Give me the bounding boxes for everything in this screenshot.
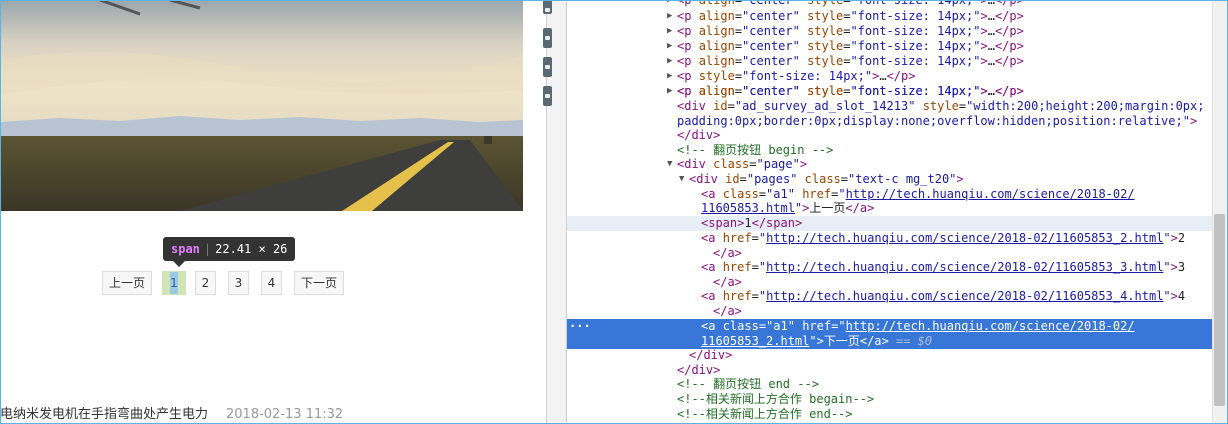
dom-node-span[interactable]: <span>1</span> — [567, 216, 1212, 231]
dom-node-page-link[interactable]: <a href="http://tech.huanqiu.com/science… — [567, 289, 1212, 304]
tooltip-tag: span — [171, 242, 200, 256]
page-link-4[interactable]: 4 — [261, 271, 282, 295]
tooltip-size: 22.41 × 26 — [215, 242, 288, 256]
page-link-2[interactable]: 2 — [195, 271, 216, 295]
news-title[interactable]: 起电纳米发电机在手指弯曲处产生电力 — [0, 407, 208, 422]
dom-node-p[interactable]: ▶ <p align="center" style="font-size: 14p… — [567, 84, 1212, 99]
dom-node-next-link-selected[interactable]: ··· <a class="a1" href="http://tech.huan… — [567, 319, 1212, 334]
dom-comment-pager-end[interactable]: <!-- 翻页按钮 end --> — [567, 377, 1212, 392]
dom-node-close-div[interactable]: </div> — [567, 128, 1212, 143]
dom-node-p[interactable]: ▶ <p align="center" style="font-size: 14p… — [567, 9, 1212, 24]
tooltip-arrow — [173, 261, 185, 267]
news-date: 2018-02-13 11:32 — [226, 407, 344, 422]
page-link-3[interactable]: 3 — [228, 271, 249, 295]
dom-node-close-a[interactable]: </a> — [567, 275, 1212, 290]
dom-node-p[interactable]: ▶ <p align="center" style="font-size: 14p… — [567, 54, 1212, 69]
dom-node-p[interactable]: ▶ <p align="center" style="font-size: 14… — [567, 0, 1212, 8]
dom-comment-related-end[interactable]: <!--相关新闻上方合作 end--> — [567, 407, 1212, 422]
dom-node-close-div[interactable]: </div> — [567, 348, 1212, 363]
dom-node-next-link-selected-cont[interactable]: 11605853_2.html">下一页</a> == $0 — [567, 334, 1212, 349]
dom-node-page-link[interactable]: <a href="http://tech.huanqiu.com/science… — [567, 231, 1212, 246]
elements-scrollbar-thumb[interactable] — [1214, 214, 1225, 406]
dom-node-prev-link-cont[interactable]: 11605853.html">上一页</a> — [567, 201, 1212, 216]
dom-node-ad-div[interactable]: <div id="ad_survey_ad_slot_14213" style=… — [567, 99, 1212, 114]
toolbar-edit-icon[interactable] — [543, 57, 552, 77]
pagination: 上一页 1 2 3 4 下一页 — [0, 271, 546, 295]
elements-panel: ▶ <p align="center" style="font-size: 14… — [567, 0, 1212, 424]
toolbar-square-icon[interactable] — [543, 0, 552, 14]
dom-comment-pager-begin[interactable]: <!-- 翻页按钮 begin --> — [567, 143, 1212, 158]
dom-node-prev-link[interactable]: <a class="a1" href="http://tech.huanqiu.… — [567, 187, 1212, 202]
dom-node-pages-div[interactable]: ▼ <div id="pages" class="text-c mg_t20"> — [567, 172, 1212, 187]
next-page-button[interactable]: 下一页 — [294, 271, 344, 295]
more-options-icon[interactable]: ··· — [569, 319, 591, 334]
web-page-viewport: span | 22.41 × 26 上一页 1 2 3 4 下一页 起电纳米发电机在… — [0, 0, 546, 424]
dom-node-close-div[interactable]: </div> — [567, 363, 1212, 378]
dom-node-p[interactable]: ▶ <p align="center" style="font-size: 14p… — [567, 24, 1212, 39]
dom-node-close-a[interactable]: </a> — [567, 304, 1212, 319]
dom-node-close-a[interactable]: </a> — [567, 246, 1212, 261]
toolbar-square-icon[interactable] — [543, 86, 552, 106]
current-page-number: 1 — [170, 272, 178, 294]
dom-node-page-link[interactable]: <a href="http://tech.huanqiu.com/science… — [567, 260, 1212, 275]
dom-node-ad-div-cont[interactable]: padding:0px;border:0px;display:none;over… — [567, 114, 1212, 129]
article-photo — [0, 0, 523, 211]
devtools-inspect-tooltip: span | 22.41 × 26 — [163, 237, 296, 261]
prev-page-button[interactable]: 上一页 — [102, 271, 152, 295]
current-page-indicator[interactable]: 1 — [162, 271, 186, 295]
toolbar-square-icon[interactable] — [543, 28, 552, 48]
dom-node-p[interactable]: ▶ <p align="center" style="font-size: 14p… — [567, 39, 1212, 54]
dom-node-p[interactable]: ▶ <p style="font-size: 14px;">…</p> — [567, 69, 1212, 84]
dom-comment-related-begin[interactable]: <!--相关新闻上方合作 begain--> — [567, 392, 1212, 407]
dom-node-page-div[interactable]: ▼ <div class="page"> — [567, 157, 1212, 172]
related-news-item[interactable]: 起电纳米发电机在手指弯曲处产生电力 2018-02-13 11:32 — [0, 403, 343, 422]
